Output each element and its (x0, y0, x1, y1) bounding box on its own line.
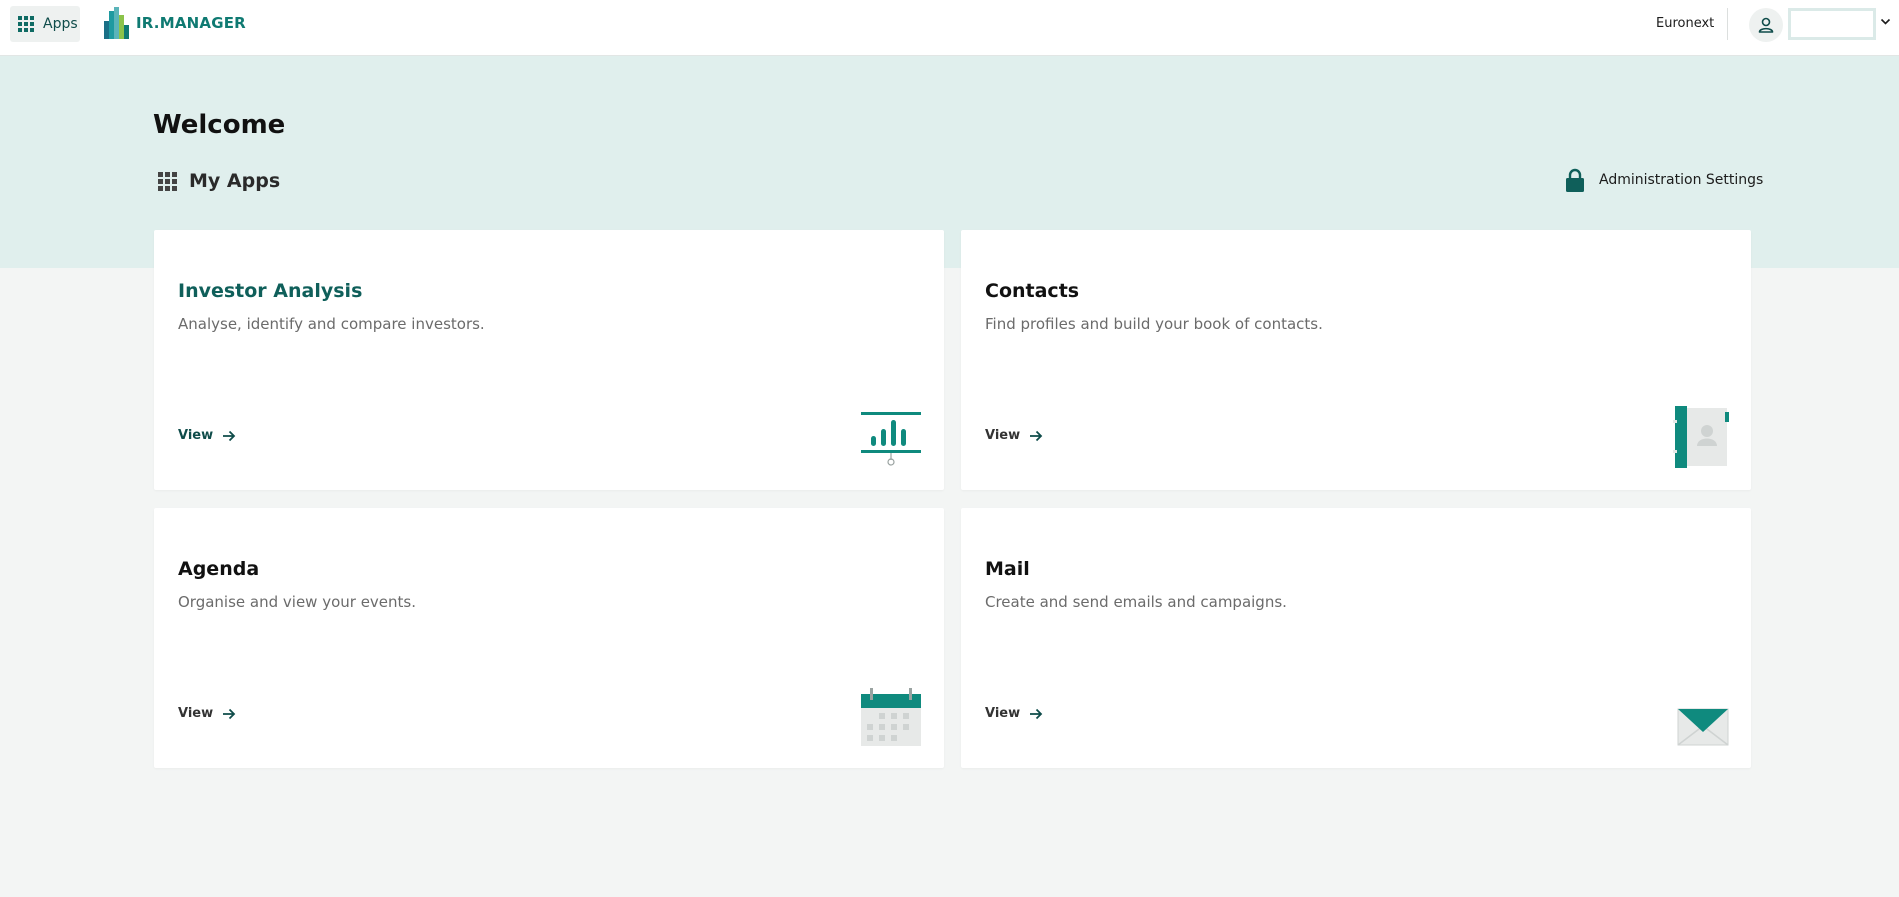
lock-icon (1566, 168, 1584, 192)
app-grid-icon (18, 16, 34, 32)
apps-label: Apps (43, 16, 78, 32)
arrow-right-icon (223, 430, 236, 441)
address-book-icon (1673, 406, 1729, 468)
chevron-down-icon[interactable] (1880, 18, 1891, 26)
view-label: View (985, 706, 1021, 721)
envelope-icon (1677, 708, 1729, 746)
app-card-contacts[interactable]: Contacts Find profiles and build your bo… (961, 230, 1751, 490)
app-card-title: Investor Analysis (178, 280, 363, 302)
view-label: View (178, 706, 214, 721)
app-card-description: Find profiles and build your book of con… (985, 315, 1323, 333)
presentation-chart-icon (861, 412, 921, 466)
view-investor-analysis-link[interactable]: View (178, 428, 236, 443)
view-label: View (985, 428, 1021, 443)
app-card-mail[interactable]: Mail Create and send emails and campaign… (961, 508, 1751, 768)
app-card-description: Create and send emails and campaigns. (985, 593, 1287, 611)
arrow-right-icon (1030, 430, 1043, 441)
view-contacts-link[interactable]: View (985, 428, 1043, 443)
my-apps-label: My Apps (189, 170, 281, 192)
view-mail-link[interactable]: View (985, 706, 1043, 721)
logo-text: IR.MANAGER (136, 14, 246, 32)
user-account-button[interactable] (1749, 8, 1783, 42)
header-divider (1727, 8, 1728, 40)
administration-settings-link[interactable]: Administration Settings (1565, 168, 1763, 192)
app-card-investor-analysis[interactable]: Investor Analysis Analyse, identify and … (154, 230, 944, 490)
view-agenda-link[interactable]: View (178, 706, 236, 721)
app-card-title: Agenda (178, 558, 260, 580)
arrow-right-icon (1030, 708, 1043, 719)
tenant-name[interactable]: Euronext (1656, 16, 1714, 31)
logo-mark-icon (104, 7, 130, 39)
apps-launcher-button[interactable]: Apps (10, 6, 80, 42)
user-icon (1758, 17, 1774, 33)
ir-manager-logo[interactable]: IR.MANAGER (104, 6, 246, 40)
top-bar: Apps IR.MANAGER Euronext (0, 0, 1899, 56)
app-card-title: Mail (985, 558, 1030, 580)
app-card-description: Organise and view your events. (178, 593, 417, 611)
administration-settings-label: Administration Settings (1599, 172, 1764, 188)
app-card-description: Analyse, identify and compare investors. (178, 315, 485, 333)
app-card-title: Contacts (985, 280, 1080, 302)
my-apps-heading: My Apps (158, 170, 280, 192)
user-select-field[interactable] (1788, 8, 1876, 40)
view-label: View (178, 428, 214, 443)
app-grid-icon (158, 171, 177, 191)
calendar-icon (861, 688, 921, 746)
page-title: Welcome (153, 110, 286, 140)
app-card-agenda[interactable]: Agenda Organise and view your events. Vi… (154, 508, 944, 768)
arrow-right-icon (223, 708, 236, 719)
